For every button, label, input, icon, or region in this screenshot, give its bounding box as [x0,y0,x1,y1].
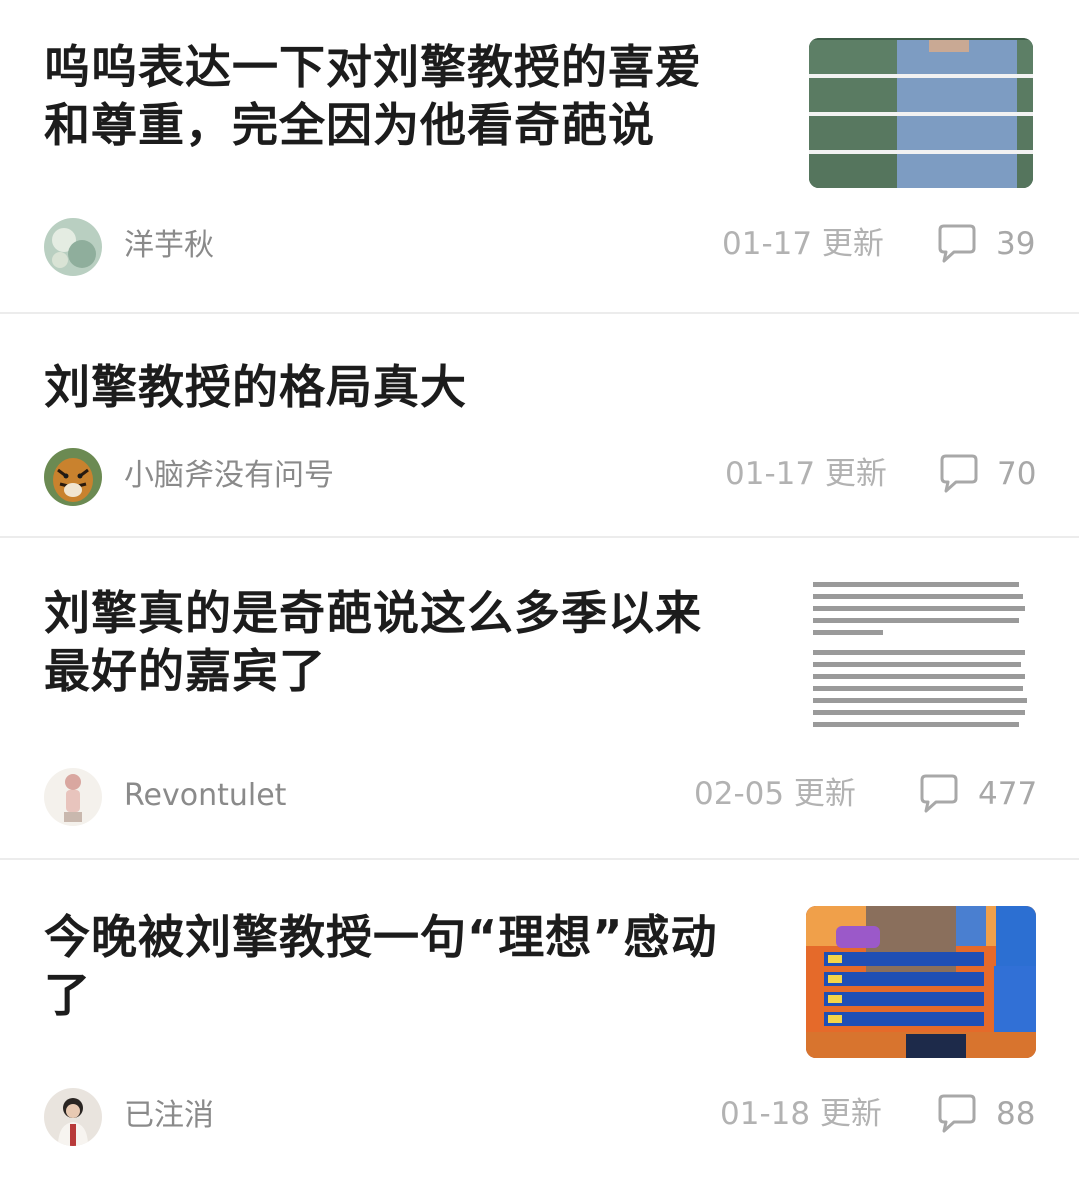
post-card[interactable]: 刘擎真的是奇葩说这么多季以来 最好的嘉宾了 Revontulet 02-05 更… [0,538,1079,860]
post-title-line: 今晚被刘擎教授一句“理想”感动 [44,910,718,964]
update-date: 01-18 更新 [720,1096,882,1132]
comment-icon[interactable] [918,774,960,814]
text-screenshot-image [809,580,1033,734]
update-date: 01-17 更新 [725,456,887,492]
post-feed: 呜呜表达一下对刘擎教授的喜爱 和尊重，完全因为他看奇葩说 洋芋秋 01-17 更… [0,0,1079,1186]
author-name[interactable]: Revontulet [124,776,286,816]
post-title[interactable]: 呜呜表达一下对刘擎教授的喜爱 和尊重，完全因为他看奇葩说 [44,38,702,154]
avatar[interactable] [44,218,102,276]
avatar[interactable] [44,768,102,826]
post-title-line: 呜呜表达一下对刘擎教授的喜爱 [44,40,702,94]
post-meta: 洋芋秋 01-17 更新 39 [0,218,1079,278]
comment-count: 70 [997,456,1037,492]
post-card[interactable]: 刘擎教授的格局真大 小脑斧没有问号 01-17 更新 70 [0,314,1079,538]
post-title-line: 了 [44,968,91,1022]
post-meta: 小脑斧没有问号 01-17 更新 70 [0,448,1079,508]
update-date: 01-17 更新 [722,226,884,262]
post-card[interactable]: 今晚被刘擎教授一句“理想”感动 了 已注消 01-18 更新 88 [0,860,1079,1186]
post-title-line: 刘擎教授的格局真大 [44,360,467,414]
comment-icon[interactable] [938,454,980,494]
post-thumbnail[interactable] [809,38,1033,188]
comment-icon[interactable] [936,1094,978,1134]
comment-count: 477 [978,776,1038,812]
post-title-line: 和尊重，完全因为他看奇葩说 [44,98,655,152]
post-meta: Revontulet 02-05 更新 477 [0,768,1079,828]
post-title[interactable]: 刘擎真的是奇葩说这么多季以来 最好的嘉宾了 [44,584,702,700]
post-card[interactable]: 呜呜表达一下对刘擎教授的喜爱 和尊重，完全因为他看奇葩说 洋芋秋 01-17 更… [0,0,1079,314]
avatar[interactable] [44,448,102,506]
post-title[interactable]: 今晚被刘擎教授一句“理想”感动 了 [44,908,717,1024]
comment-count: 39 [996,226,1036,262]
post-title[interactable]: 刘擎教授的格局真大 [44,358,467,416]
post-title-line: 刘擎真的是奇葩说这么多季以来 [44,586,702,640]
post-title-line: 最好的嘉宾了 [44,644,326,698]
author-name[interactable]: 洋芋秋 [124,226,214,266]
post-meta: 已注消 01-18 更新 88 [0,1088,1079,1148]
post-thumbnail[interactable] [809,580,1033,734]
author-name[interactable]: 已注消 [124,1096,214,1136]
video-frames-image [809,38,1033,188]
tv-show-screenshot-image [806,906,1036,1058]
author-name[interactable]: 小脑斧没有问号 [124,456,334,496]
update-date: 02-05 更新 [694,776,856,812]
comment-icon[interactable] [936,224,978,264]
avatar[interactable] [44,1088,102,1146]
post-thumbnail[interactable] [806,906,1036,1058]
comment-count: 88 [996,1096,1036,1132]
